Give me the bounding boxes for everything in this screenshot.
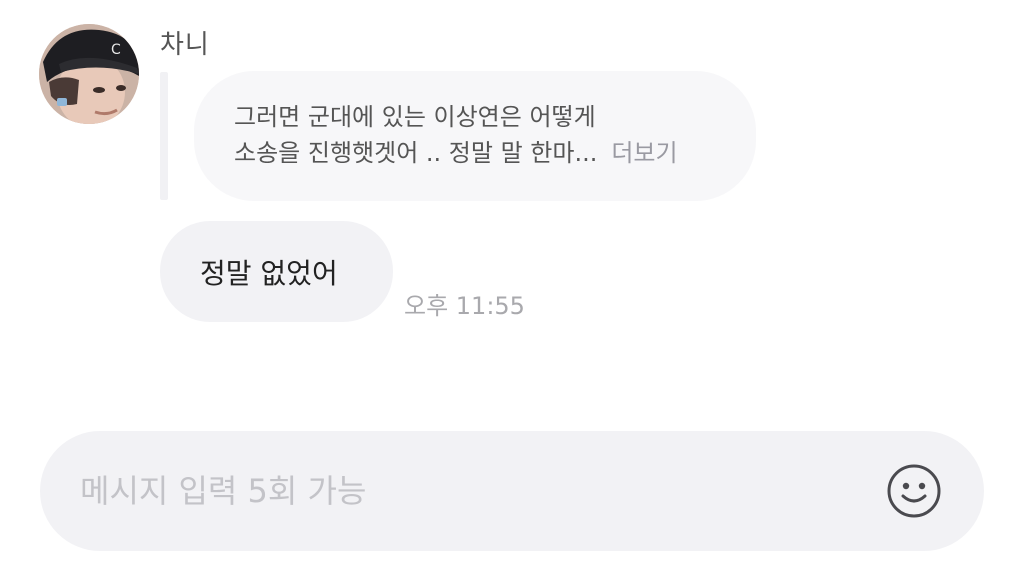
- message-timestamp: 오후 11:55: [404, 292, 525, 320]
- see-more-link[interactable]: 더보기: [611, 139, 677, 167]
- smiley-face-icon: [887, 464, 941, 518]
- reply-indicator-bar: [160, 72, 168, 200]
- quoted-message-line-2-wrap: 소송을 진행햇겟어 .. 정말 말 한마... 더보기: [234, 135, 726, 171]
- quoted-message-line-1: 그러면 군대에 있는 이상연은 어떻게: [234, 103, 596, 131]
- quoted-message-bubble[interactable]: 그러면 군대에 있는 이상연은 어떻게 소송을 진행햇겟어 .. 정말 말 한마…: [194, 71, 756, 201]
- message-text: 정말 없었어: [200, 256, 338, 290]
- message-input[interactable]: [40, 431, 860, 551]
- message-bubble[interactable]: 정말 없었어: [160, 221, 393, 322]
- svg-text:C: C: [111, 42, 121, 58]
- chat-screen: C 차니 그러면 군대에 있는 이상연은 어떻게 소송을 진행햇겟어 .. 정말…: [0, 0, 1024, 561]
- avatar-photo-icon: C: [39, 24, 139, 124]
- sender-avatar[interactable]: C: [39, 24, 139, 124]
- sender-name: 차니: [160, 30, 210, 60]
- emoji-button[interactable]: [886, 463, 942, 519]
- quoted-message-line-2: 소송을 진행햇겟어 .. 정말 말 한마...: [234, 139, 598, 167]
- message-composer: [40, 431, 984, 551]
